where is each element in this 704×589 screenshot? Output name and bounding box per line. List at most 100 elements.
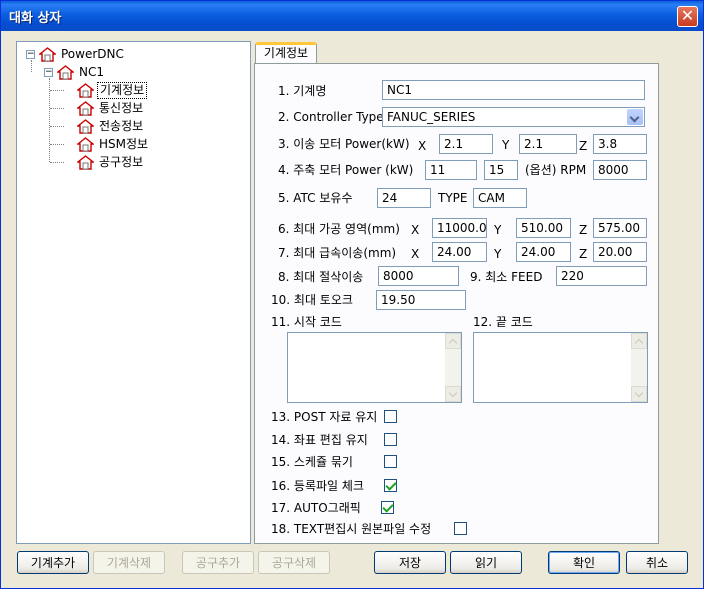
- scroll-down-icon[interactable]: [631, 386, 647, 402]
- axis-label-y: Y: [494, 247, 502, 261]
- field-label-option-rpm: (옵션) RPM: [525, 163, 587, 177]
- axis-label-y: Y: [502, 138, 510, 152]
- field-label-auto-graphic: 17. AUTO그래픽: [271, 501, 361, 515]
- tab-machine-info[interactable]: 기계정보: [255, 42, 317, 64]
- tree-label-selected: 기계정보: [97, 81, 148, 99]
- field-label-group-schedule: 15. 스케쥴 묶기: [271, 455, 353, 469]
- collapse-icon[interactable]: −: [26, 49, 35, 59]
- delete-machine-button[interactable]: 기계삭제: [93, 551, 165, 574]
- axis-label-x: X: [411, 223, 420, 237]
- max-cutting-feed-input[interactable]: 8000: [378, 266, 459, 286]
- machine-tree[interactable]: − PowerDNC − NC1 기계정보 통신정보 전송정보 HSM정보 공구…: [16, 41, 251, 544]
- field-label-atc-type: TYPE: [438, 191, 468, 205]
- chevron-down-icon[interactable]: [627, 109, 643, 125]
- rpm-input[interactable]: 8000: [593, 160, 647, 180]
- add-tool-button[interactable]: 공구추가: [182, 551, 254, 574]
- scrollbar[interactable]: [445, 333, 461, 402]
- add-machine-button[interactable]: 기계추가: [17, 551, 89, 574]
- scroll-down-icon[interactable]: [445, 386, 461, 402]
- house-icon: [77, 118, 94, 134]
- field-label-spindle-power: 4. 주축 모터 Power (kW): [278, 163, 414, 177]
- controller-type-select[interactable]: FANUC_SERIES: [382, 107, 645, 127]
- dialog-window: 대화 상자 ✕ − PowerDNC − NC1 기계정보 통신정보 전송정보 …: [0, 0, 704, 589]
- axis-label-z: Z: [579, 247, 588, 261]
- scrollbar[interactable]: [631, 333, 647, 402]
- keep-coord-edit-checkbox[interactable]: [384, 433, 397, 446]
- max-rapid-x-input[interactable]: 24.00: [432, 242, 487, 262]
- tree-label-machine: NC1: [79, 64, 104, 79]
- check-registered-file-checkbox[interactable]: [384, 479, 397, 492]
- field-label-start-code: 11. 시작 코드: [271, 315, 342, 329]
- axis-label-y: Y: [494, 223, 502, 237]
- feed-motor-x-input[interactable]: 2.1: [439, 134, 493, 154]
- feed-motor-y-input[interactable]: 2.1: [519, 134, 577, 154]
- tree-item-machine-info[interactable]: 기계정보: [77, 81, 148, 99]
- house-icon: [77, 154, 94, 170]
- scroll-up-icon[interactable]: [445, 333, 461, 349]
- tree-node-root[interactable]: − PowerDNC: [26, 45, 126, 63]
- field-label-controller-type: 2. Controller Type: [278, 110, 384, 124]
- delete-tool-button[interactable]: 공구삭제: [258, 551, 330, 574]
- field-label-max-torque: 10. 최대 토오크: [271, 293, 353, 307]
- controller-type-value: FANUC_SERIES: [387, 110, 476, 124]
- keep-post-data-checkbox[interactable]: [384, 410, 397, 423]
- field-label-max-cutting-feed: 8. 최대 절삭이송: [278, 270, 364, 284]
- tree-node-machine[interactable]: − NC1: [44, 63, 106, 81]
- house-icon: [57, 64, 74, 80]
- max-rapid-y-input[interactable]: 24.00: [516, 242, 571, 262]
- field-label-check-registered-file: 16. 등록파일 체크: [271, 479, 364, 493]
- field-label-machine-name: 1. 기계명: [278, 84, 327, 98]
- axis-label-z: Z: [579, 139, 588, 153]
- tree-item-transfer-info[interactable]: 전송정보: [77, 117, 145, 135]
- field-label-end-code: 12. 끝 코드: [473, 315, 533, 329]
- window-title: 대화 상자: [9, 11, 62, 26]
- title-bar[interactable]: 대화 상자 ✕: [1, 1, 703, 31]
- field-label-min-feed: 9. 최소 FEED: [470, 270, 543, 284]
- save-button[interactable]: 저장: [374, 551, 446, 574]
- house-icon: [77, 136, 94, 152]
- field-label-edit-original-file: 18. TEXT편집시 원본파일 수정: [271, 522, 432, 536]
- tree-label: 공구정보: [99, 154, 144, 169]
- atc-type-input[interactable]: CAM: [473, 188, 527, 208]
- group-schedule-checkbox[interactable]: [384, 455, 397, 468]
- end-code-textarea[interactable]: [473, 332, 648, 403]
- house-icon: [77, 100, 94, 116]
- house-icon: [77, 82, 94, 98]
- scroll-up-icon[interactable]: [631, 333, 647, 349]
- max-torque-input[interactable]: 19.50: [376, 290, 466, 310]
- collapse-icon[interactable]: −: [44, 67, 53, 77]
- spindle-power-option-input[interactable]: 15: [484, 160, 518, 180]
- tree-item-hsm-info[interactable]: HSM정보: [77, 135, 150, 153]
- spindle-power-input[interactable]: 11: [425, 160, 477, 180]
- tree-label-root: PowerDNC: [61, 46, 124, 61]
- edit-original-file-checkbox[interactable]: [454, 522, 467, 535]
- field-label-feed-motor-power: 3. 이송 모터 Power(kW): [278, 137, 410, 151]
- field-label-atc-count: 5. ATC 보유수: [278, 191, 353, 205]
- axis-label-z: Z: [579, 223, 588, 237]
- field-label-keep-post-data: 13. POST 자료 유지: [271, 410, 378, 424]
- max-work-area-x-input[interactable]: 11000.0: [432, 218, 487, 238]
- tree-label: 통신정보: [99, 100, 144, 115]
- min-feed-input[interactable]: 220: [556, 266, 647, 286]
- read-button[interactable]: 읽기: [450, 551, 522, 574]
- field-label-keep-coord-edit: 14. 좌표 편집 유지: [271, 433, 368, 447]
- field-label-max-rapid: 7. 최대 급속이송(mm): [278, 246, 397, 260]
- tree-label: 전송정보: [99, 118, 144, 133]
- house-icon: [39, 46, 56, 62]
- close-button[interactable]: ✕: [677, 6, 698, 27]
- ok-button[interactable]: 확인: [548, 551, 620, 574]
- feed-motor-z-input[interactable]: 3.8: [593, 134, 647, 154]
- cancel-button[interactable]: 취소: [626, 551, 688, 574]
- max-rapid-z-input[interactable]: 20.00: [593, 242, 647, 262]
- tree-item-tool-info[interactable]: 공구정보: [77, 153, 145, 171]
- axis-label-x: X: [411, 247, 420, 261]
- machine-name-input[interactable]: NC1: [382, 80, 645, 100]
- auto-graphic-checkbox[interactable]: [381, 501, 394, 514]
- max-work-area-y-input[interactable]: 510.00: [516, 218, 571, 238]
- max-work-area-z-input[interactable]: 575.00: [593, 218, 647, 238]
- axis-label-x: X: [418, 139, 427, 153]
- tree-item-comm-info[interactable]: 통신정보: [77, 99, 145, 117]
- atc-count-input[interactable]: 24: [377, 188, 431, 208]
- close-icon: ✕: [680, 6, 695, 25]
- start-code-textarea[interactable]: [287, 332, 462, 403]
